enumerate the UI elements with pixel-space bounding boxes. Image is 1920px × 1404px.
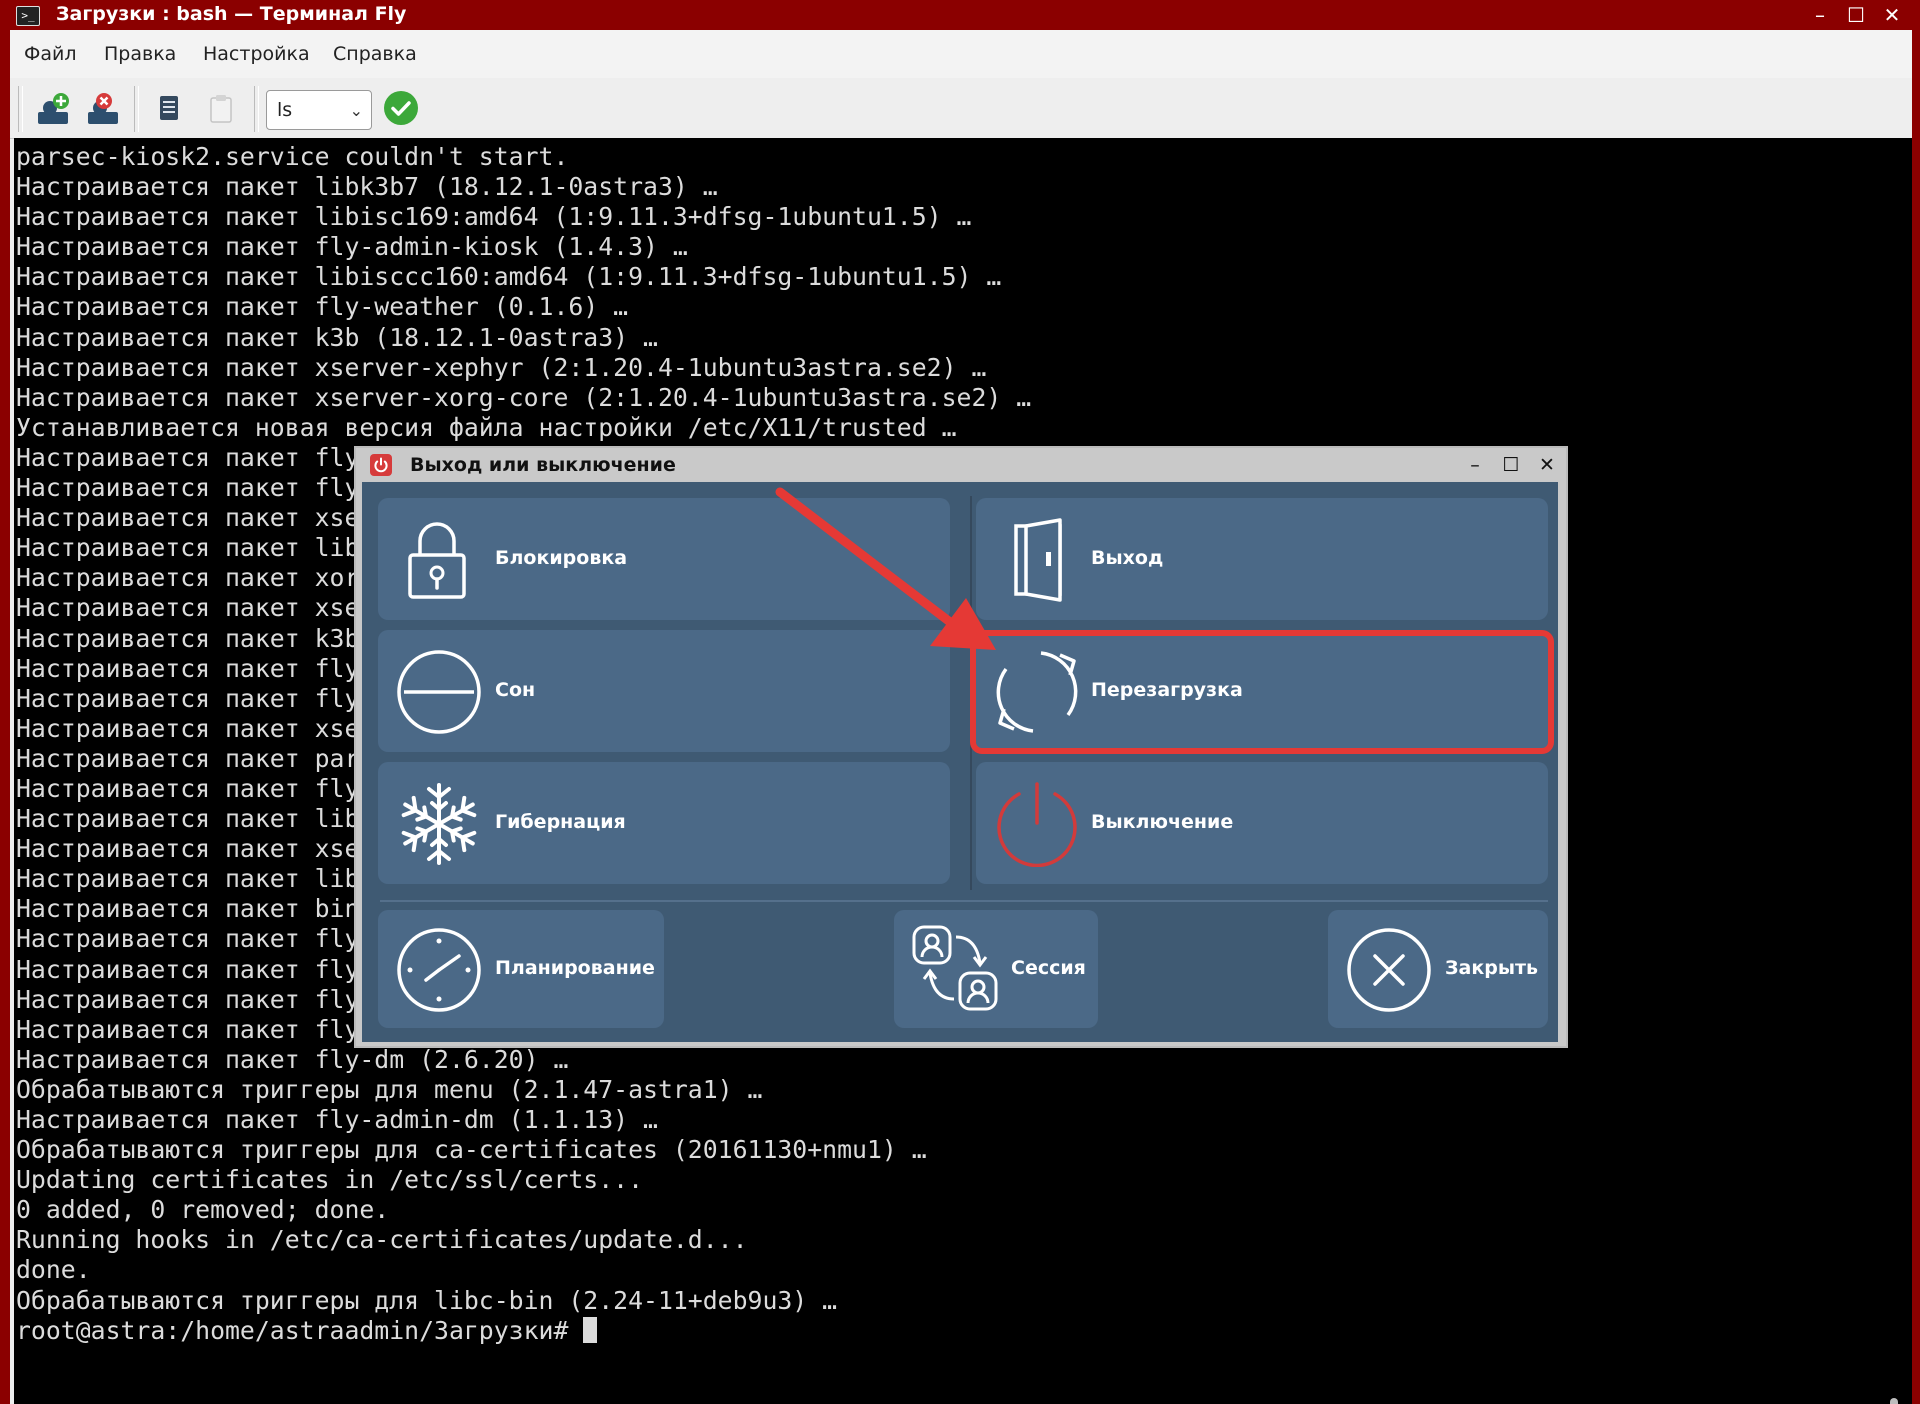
snowflake-icon bbox=[398, 783, 480, 865]
power-icon bbox=[997, 782, 1077, 867]
terminal-line: Настраивается пакет fly-weather (0.1.6) … bbox=[16, 292, 629, 322]
door-exit-icon bbox=[1014, 518, 1062, 602]
menu-bar: Файл Правка Настройка Справка bbox=[10, 30, 1912, 78]
logout-button[interactable]: Выход bbox=[976, 498, 1548, 620]
window-titlebar: >_ Загрузки : bash — Терминал Fly – ☐ ✕ bbox=[0, 0, 1920, 30]
terminal-line: Обрабатываются триггеры для menu (2.1.47… bbox=[16, 1074, 763, 1104]
terminal-line: Настраивается пакет fly-admin-dm (1.1.13… bbox=[16, 1105, 658, 1134]
copy-icon bbox=[160, 96, 178, 120]
sleep-label: Сон bbox=[495, 679, 536, 701]
chevron-down-icon: ⌄ bbox=[349, 101, 363, 120]
dialog-title: Выход или выключение bbox=[410, 454, 676, 476]
terminal-line: Настраивается пакет k3b (18.12.1-0astra3… bbox=[16, 322, 658, 352]
shutdown-label: Выключение bbox=[1091, 811, 1234, 833]
terminal-prompt-line: root@astra:/home/astraadmin/Загрузки# bbox=[16, 1316, 1031, 1346]
toolbar-separator bbox=[254, 86, 259, 132]
terminal-line: 0 added, 0 removed; done. bbox=[16, 1195, 390, 1225]
sleep-icon bbox=[397, 650, 481, 734]
clock-icon bbox=[397, 928, 481, 1012]
terminal-line: Настраивается пакет libisccc160:amd64 (1… bbox=[16, 262, 1002, 292]
lock-label: Блокировка bbox=[495, 547, 628, 569]
dialog-close-button[interactable]: ✕ bbox=[1534, 452, 1560, 478]
terminal-line: Настраивается пакет xserver-xephyr (2:1.… bbox=[16, 352, 987, 382]
run-command-button[interactable] bbox=[384, 91, 418, 125]
menu-help[interactable]: Справка bbox=[333, 42, 417, 66]
window-close-button[interactable]: ✕ bbox=[1878, 2, 1906, 28]
checkmark-icon bbox=[391, 101, 411, 116]
window-minimize-button[interactable]: – bbox=[1806, 2, 1834, 28]
close-label: Закрыть bbox=[1445, 957, 1539, 979]
terminal-app-icon: >_ bbox=[16, 6, 40, 26]
menu-edit[interactable]: Правка bbox=[104, 42, 176, 66]
terminal-line: Устанавливается новая версия файла настр… bbox=[16, 412, 957, 442]
hibernate-button[interactable]: Гибернация bbox=[378, 762, 950, 884]
dialog-maximize-button[interactable]: ☐ bbox=[1498, 452, 1524, 478]
terminal-line: Running hooks in /etc/ca-certificates/up… bbox=[16, 1225, 748, 1255]
remove-session-button[interactable] bbox=[84, 90, 122, 128]
copy-button[interactable] bbox=[150, 90, 188, 128]
terminal-line: Настраивается пакет fly-dm (2.6.20) … bbox=[16, 1044, 569, 1074]
terminal-line: Настраивается пакет libisc169:amd64 (1:9… bbox=[16, 202, 972, 232]
add-session-button[interactable] bbox=[34, 90, 72, 128]
sleep-button[interactable]: Сон bbox=[378, 630, 950, 752]
terminal-line: Обрабатываются триггеры для libc-bin (2.… bbox=[16, 1285, 838, 1315]
close-icon bbox=[1347, 928, 1431, 1012]
terminal-line: done. bbox=[16, 1255, 91, 1285]
terminal-line: Настраивается пакет libk3b7 (18.12.1-0as… bbox=[16, 172, 718, 202]
dialog-minimize-button[interactable]: – bbox=[1462, 452, 1488, 478]
lock-icon bbox=[408, 522, 466, 599]
dialog-body: Блокировка Выход Сон Перезагрузка Гиберн… bbox=[362, 482, 1558, 1042]
remove-session-icon bbox=[88, 93, 118, 124]
dialog-titlebar: Выход или выключение – ☐ ✕ bbox=[356, 448, 1566, 482]
lock-button[interactable]: Блокировка bbox=[378, 498, 950, 620]
command-select-value: ls bbox=[277, 99, 293, 121]
switch-user-icon bbox=[912, 925, 998, 1011]
terminal-line: Настраивается пакет fly-admin-kiosk (1.4… bbox=[16, 232, 688, 262]
terminal-scrollbar[interactable] bbox=[1890, 1398, 1898, 1404]
toolbar-separator bbox=[134, 86, 139, 132]
menu-file[interactable]: Файл bbox=[24, 42, 77, 66]
power-icon bbox=[370, 454, 392, 476]
session-label: Сессия bbox=[1011, 957, 1086, 979]
reboot-highlight-frame bbox=[970, 630, 1554, 754]
add-session-icon bbox=[38, 93, 69, 124]
schedule-button[interactable]: Планирование bbox=[378, 910, 664, 1028]
window-title: Загрузки : bash — Терминал Fly bbox=[56, 3, 407, 25]
dialog-divider bbox=[380, 900, 1548, 902]
terminal-line: Настраивается пакет xserver-xorg-core (2… bbox=[16, 382, 1032, 412]
terminal-cursor bbox=[583, 1316, 598, 1343]
menu-settings[interactable]: Настройка bbox=[203, 42, 310, 66]
paste-icon bbox=[210, 95, 232, 123]
schedule-label: Планирование bbox=[495, 957, 655, 979]
command-select[interactable]: ls ⌄ bbox=[266, 90, 372, 130]
close-button[interactable]: Закрыть bbox=[1328, 910, 1548, 1028]
window-maximize-button[interactable]: ☐ bbox=[1842, 2, 1870, 28]
terminal-line: Обрабатываются триггеры для ca-certifica… bbox=[16, 1135, 927, 1165]
terminal-line: Updating certificates in /etc/ssl/certs.… bbox=[16, 1165, 644, 1195]
terminal-prompt: root@astra:/home/astraadmin/Загрузки# bbox=[16, 1315, 584, 1345]
paste-button[interactable] bbox=[202, 90, 240, 128]
session-button[interactable]: Сессия bbox=[894, 910, 1098, 1028]
toolbar: ls ⌄ bbox=[10, 78, 1912, 139]
terminal-line: parsec-kiosk2.service couldn't start. bbox=[16, 142, 569, 171]
hibernate-label: Гибернация bbox=[495, 811, 626, 833]
toolbar-grip bbox=[18, 86, 23, 132]
shutdown-button[interactable]: Выключение bbox=[976, 762, 1548, 884]
logout-label: Выход bbox=[1091, 547, 1164, 569]
